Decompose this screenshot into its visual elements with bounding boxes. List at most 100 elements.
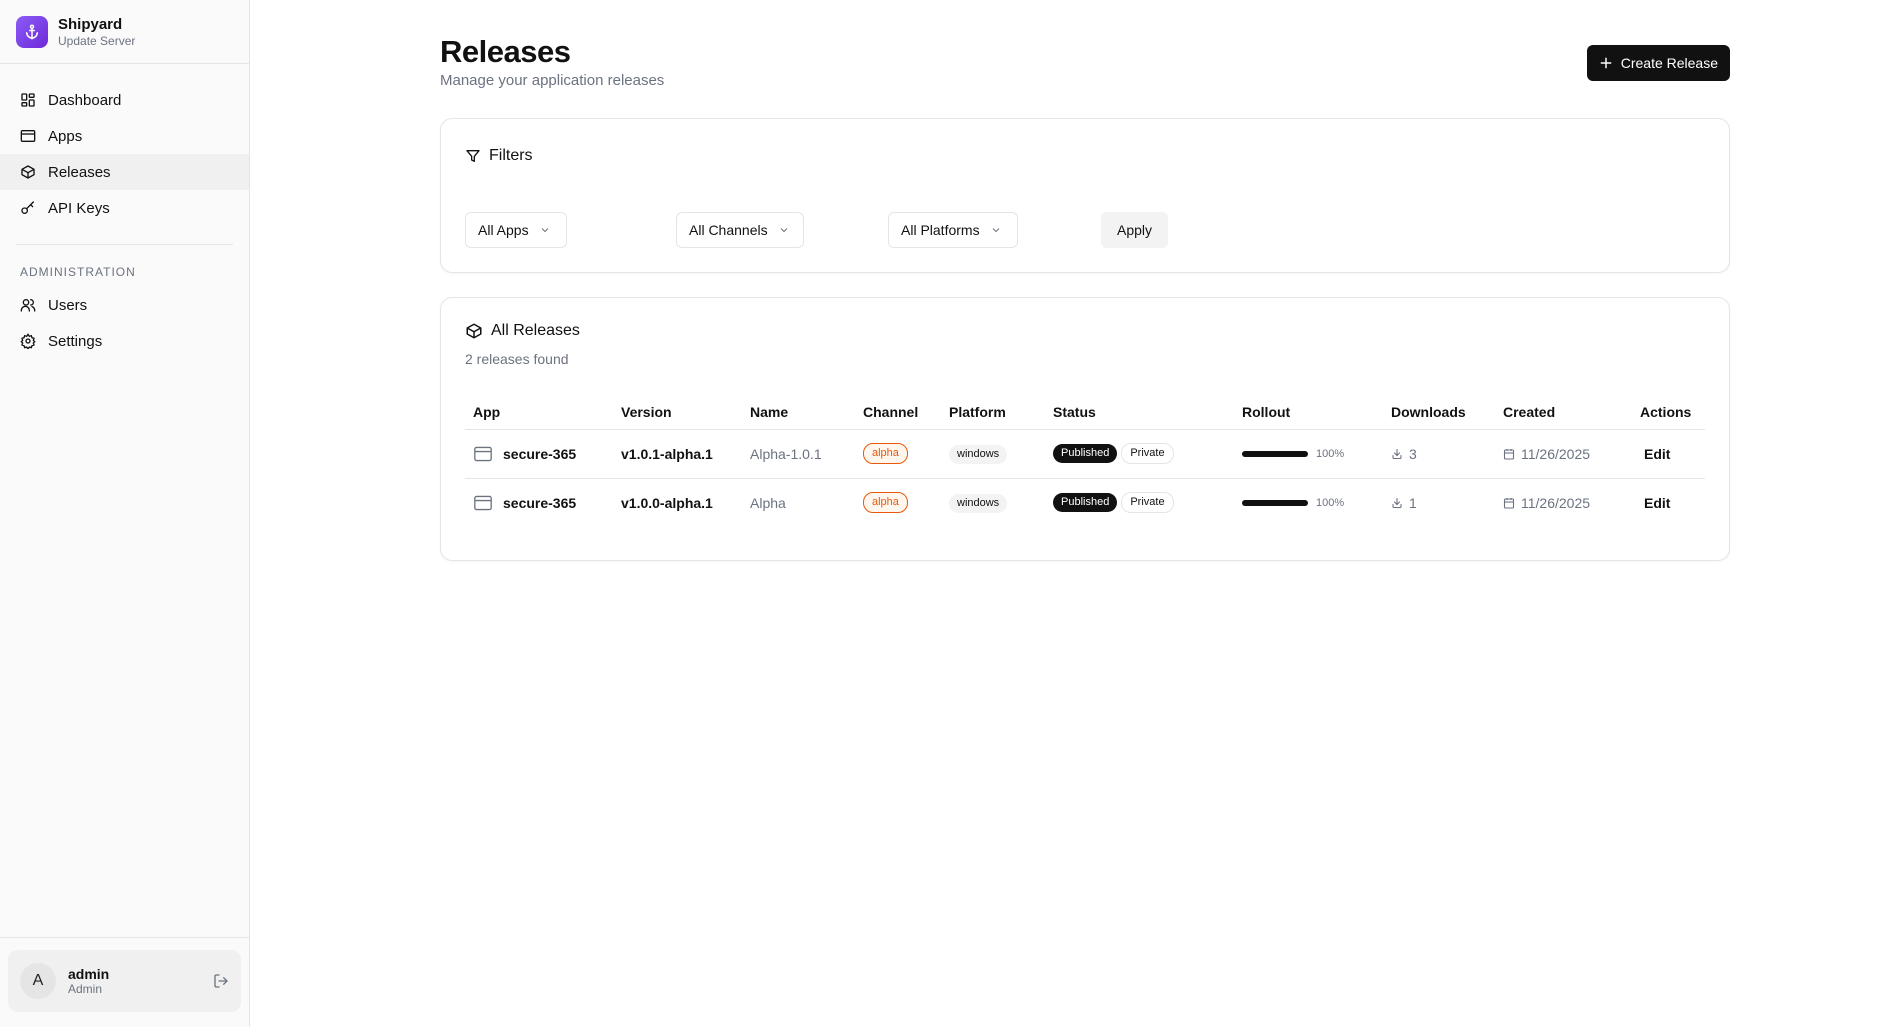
calendar-icon <box>1503 497 1515 509</box>
sidebar: Shipyard Update Server Dashboard Apps Re… <box>0 0 250 1027</box>
rollout-cell: 100% <box>1242 497 1383 509</box>
visibility-badge: Private <box>1121 443 1174 464</box>
app-cell: secure-365 <box>473 445 613 463</box>
chevron-down-icon <box>541 228 548 233</box>
column-header: Downloads <box>1383 395 1495 430</box>
logout-icon[interactable] <box>213 973 229 989</box>
users-icon <box>20 299 36 312</box>
brand-subtitle: Update Server <box>58 33 136 48</box>
column-header: Platform <box>941 395 1045 430</box>
platform-filter-value: All Platforms <box>901 222 980 238</box>
sidebar-item-users[interactable]: Users <box>0 287 249 323</box>
created-date: 11/26/2025 <box>1521 445 1591 462</box>
anchor-icon <box>16 15 48 48</box>
sidebar-item-apps[interactable]: Apps <box>0 118 249 154</box>
create-release-label: Create Release <box>1620 55 1718 71</box>
grid-icon <box>21 93 35 107</box>
plus-icon <box>1600 57 1612 69</box>
package-icon <box>466 323 482 339</box>
column-header: Status <box>1045 395 1234 430</box>
app-filter-value: All Apps <box>478 222 529 238</box>
filters-title: Filters <box>489 147 533 164</box>
apply-button[interactable]: Apply <box>1101 212 1169 248</box>
column-header: Name <box>742 395 855 430</box>
sidebar-item-dashboard[interactable]: Dashboard <box>0 82 249 118</box>
channel-badge: alpha <box>863 443 908 464</box>
platform-badge: windows <box>949 444 1008 464</box>
download-icon <box>1392 497 1402 508</box>
rollout-percent: 100% <box>1316 447 1345 460</box>
column-header: App <box>465 395 613 430</box>
releases-count: 2 releases found <box>465 351 569 367</box>
name-cell: Alpha <box>750 494 786 511</box>
sidebar-item-label: Apps <box>48 127 83 145</box>
sidebar-item-releases[interactable]: Releases <box>0 154 249 190</box>
rollout-percent: 100% <box>1316 496 1345 509</box>
table-row[interactable]: secure-365 v1.0.1-alpha.1 Alpha-1.0.1 al… <box>465 429 1705 479</box>
filter-icon <box>466 150 480 162</box>
column-header: Version <box>613 395 742 430</box>
releases-title: All Releases <box>491 322 580 339</box>
edit-button[interactable]: Edit <box>1632 429 1705 479</box>
user-role: Admin <box>68 982 103 996</box>
created-date: 11/26/2025 <box>1521 494 1591 511</box>
page-header: Releases Manage your application release… <box>440 0 1730 118</box>
created-cell: 11/26/2025 <box>1503 495 1632 511</box>
window-icon <box>20 130 36 142</box>
status-badge: Published <box>1053 493 1118 513</box>
sidebar-item-label: API Keys <box>48 199 110 217</box>
rollout-bar <box>1242 450 1308 457</box>
calendar-icon <box>1503 448 1515 460</box>
key-icon <box>21 201 34 214</box>
app-filter-select[interactable]: All Apps <box>465 212 567 248</box>
page-title: Releases <box>440 34 571 69</box>
downloads-count: 1 <box>1409 494 1417 511</box>
channel-filter-select[interactable]: All Channels <box>676 212 804 248</box>
avatar: A <box>20 963 56 999</box>
edit-button[interactable]: Edit <box>1632 478 1705 527</box>
admin-section-heading: ADMINISTRATION <box>20 265 136 279</box>
platform-badge: windows <box>949 493 1008 513</box>
chevron-down-icon <box>992 228 999 233</box>
brand-name: Shipyard <box>58 15 123 33</box>
nav-divider <box>16 244 233 245</box>
brand[interactable]: Shipyard Update Server <box>0 0 249 64</box>
status-badge: Published <box>1053 444 1118 463</box>
channel-badge: alpha <box>863 492 908 514</box>
sidebar-item-api-keys[interactable]: API Keys <box>0 190 249 226</box>
rollout-bar-fill <box>1242 499 1308 506</box>
app-name: secure-365 <box>503 494 577 511</box>
downloads-cell: 3 <box>1391 446 1495 462</box>
user-panel: A admin Admin <box>0 937 249 1027</box>
downloads-count: 3 <box>1409 445 1417 462</box>
user-card[interactable]: A admin Admin <box>8 950 241 1012</box>
rollout-bar-fill <box>1242 450 1308 457</box>
gear-icon <box>20 333 36 349</box>
sidebar-item-label: Releases <box>48 163 111 181</box>
version-cell: v1.0.1-alpha.1 <box>613 429 742 479</box>
column-header: Rollout <box>1234 395 1383 430</box>
download-icon <box>1392 448 1402 459</box>
created-cell: 11/26/2025 <box>1503 446 1632 462</box>
sidebar-item-label: Dashboard <box>48 91 122 109</box>
create-release-button[interactable]: Create Release <box>1586 45 1730 81</box>
column-header: Actions <box>1632 395 1705 430</box>
package-icon <box>21 165 35 179</box>
rollout-bar <box>1242 499 1308 506</box>
column-header: Created <box>1495 395 1632 430</box>
app-cell: secure-365 <box>473 494 613 512</box>
table-row[interactable]: secure-365 v1.0.0-alpha.1 Alpha alpha wi… <box>465 478 1705 527</box>
main-nav: Dashboard Apps Releases API Keys ADMINIS… <box>0 64 249 359</box>
sidebar-item-label: Users <box>48 296 88 314</box>
app-name: secure-365 <box>503 445 577 462</box>
releases-card: All Releases 2 releases found App Versio… <box>440 297 1730 561</box>
chevron-down-icon <box>780 228 787 233</box>
sidebar-item-settings[interactable]: Settings <box>0 323 249 359</box>
downloads-cell: 1 <box>1391 495 1495 511</box>
sidebar-item-label: Settings <box>48 332 103 350</box>
filters-card: Filters All Apps All Channels All Platfo… <box>440 118 1730 273</box>
visibility-badge: Private <box>1121 492 1174 514</box>
platform-filter-select[interactable]: All Platforms <box>888 212 1018 248</box>
user-name: admin <box>68 966 110 982</box>
name-cell: Alpha-1.0.1 <box>742 429 855 479</box>
